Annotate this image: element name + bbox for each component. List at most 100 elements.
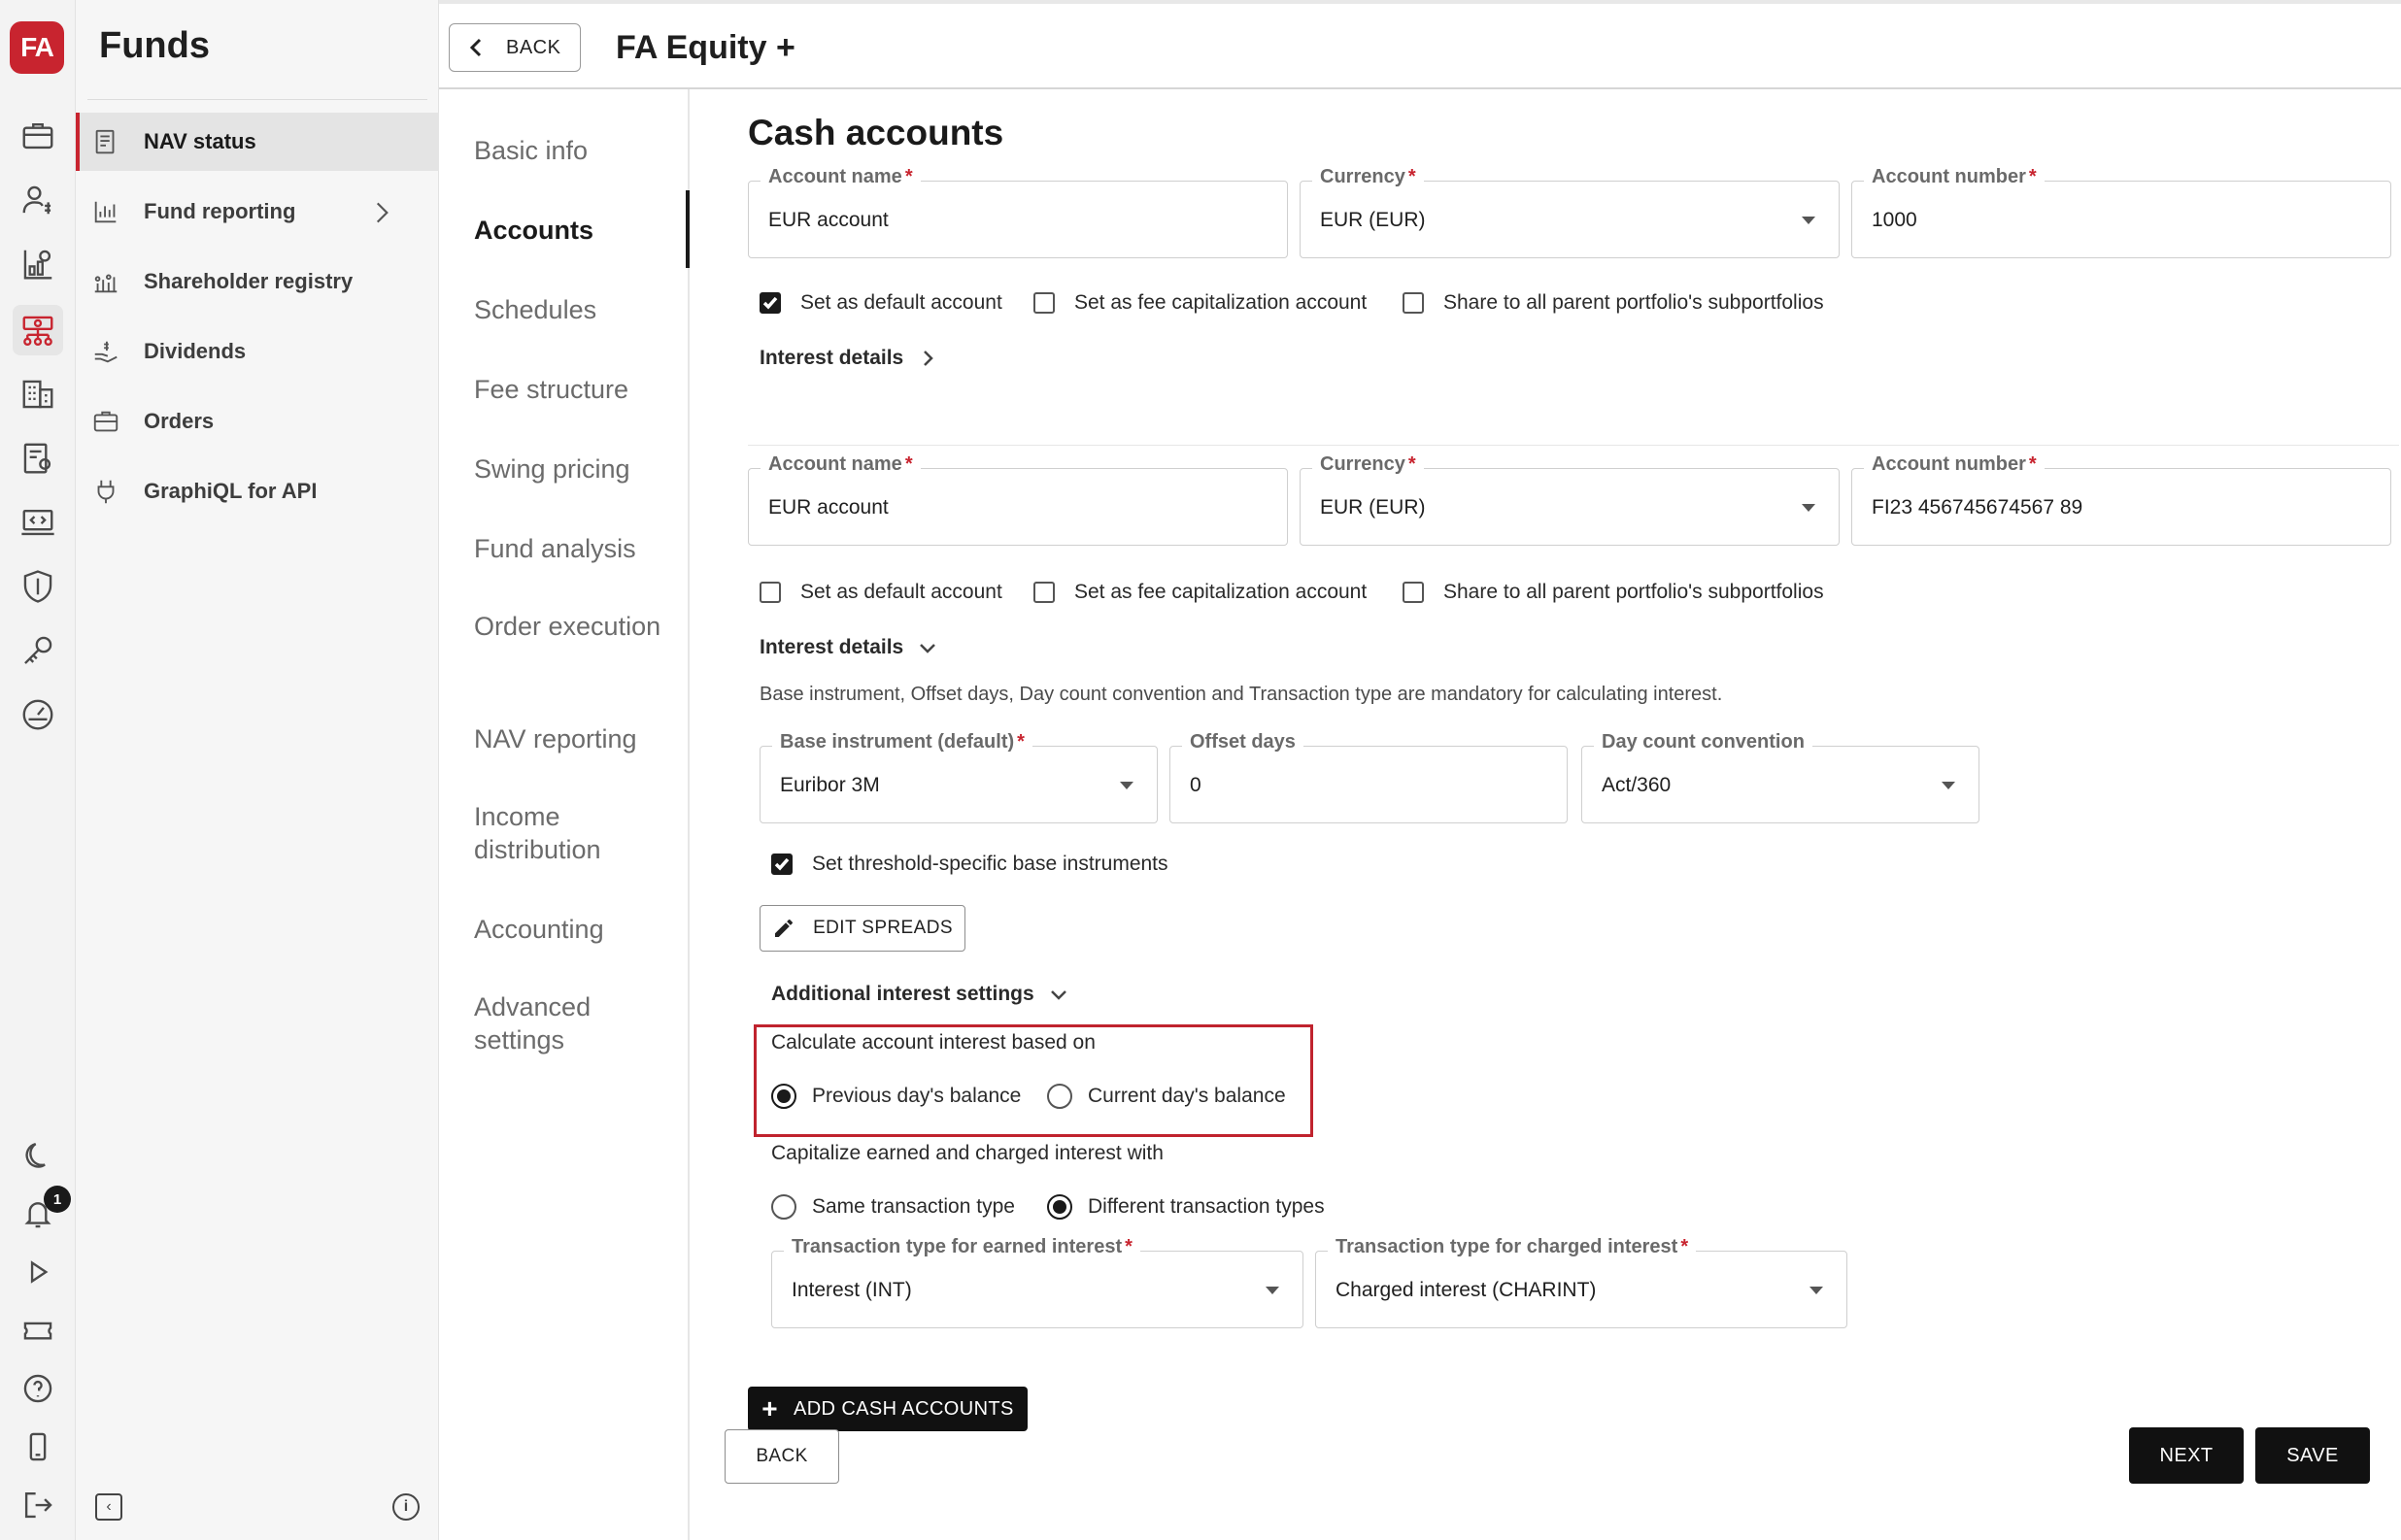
nav-item-orders[interactable]: Orders xyxy=(76,392,439,451)
next-button[interactable]: NEXT xyxy=(2129,1427,2244,1484)
current-day-balance-radio[interactable]: Current day's balance xyxy=(1047,1084,1286,1109)
page-header: BACK FA Equity + xyxy=(439,0,2401,89)
logout-icon[interactable] xyxy=(13,1480,63,1530)
settings-document-icon[interactable] xyxy=(13,433,63,484)
shield-icon[interactable] xyxy=(13,561,63,612)
nav-item-label: Dividends xyxy=(144,339,247,363)
tab-advanced-settings[interactable]: Advanced settings xyxy=(474,990,678,1056)
section-title: Cash accounts xyxy=(748,113,1004,152)
default-account-checkbox-1[interactable]: Set as default account xyxy=(760,291,1002,315)
ticket-icon[interactable] xyxy=(13,1305,63,1356)
required-mark: * xyxy=(1017,731,1025,753)
back-button-top[interactable]: BACK xyxy=(449,23,581,72)
default-account-checkbox-2[interactable]: Set as default account xyxy=(760,581,1002,604)
share-parent-checkbox-2[interactable]: Share to all parent portfolio's subportf… xyxy=(1403,581,1824,604)
charged-type-value: Charged interest (CHARINT) xyxy=(1336,1279,1597,1301)
back-button-bottom[interactable]: BACK xyxy=(725,1429,839,1484)
key-icon[interactable] xyxy=(13,625,63,676)
field-label: Transaction type for charged interest * xyxy=(1328,1236,1697,1258)
mobile-icon[interactable] xyxy=(13,1422,63,1472)
edit-spreads-button[interactable]: EDIT SPREADS xyxy=(760,905,965,952)
currency-label: Currency xyxy=(1320,453,1405,475)
additional-interest-settings-toggle[interactable]: Additional interest settings xyxy=(771,983,1069,1006)
code-monitor-icon[interactable] xyxy=(13,497,63,548)
fee-capitalization-checkbox-1[interactable]: Set as fee capitalization account xyxy=(1033,291,1367,315)
currency-select-1[interactable]: Currency * EUR (EUR) xyxy=(1300,166,1840,258)
offset-days-value: 0 xyxy=(1190,774,1201,796)
field-label: Currency * xyxy=(1312,166,1424,188)
same-transaction-type-radio[interactable]: Same transaction type xyxy=(771,1194,1015,1220)
nav-item-nav-status[interactable]: NAV status xyxy=(76,113,439,171)
nav-divider xyxy=(87,99,427,100)
briefcase-icon xyxy=(93,411,118,432)
account-name-field-2[interactable]: Account name * EUR account xyxy=(748,453,1288,546)
field-label: Account number * xyxy=(1864,453,2045,476)
threshold-base-instruments-checkbox[interactable]: Set threshold-specific base instruments xyxy=(771,853,1168,876)
briefcase-icon[interactable] xyxy=(13,111,63,161)
tab-nav-reporting[interactable]: NAV reporting xyxy=(474,722,678,755)
tab-income-distribution[interactable]: Income distribution xyxy=(474,800,678,866)
interest-details-toggle-2[interactable]: Interest details xyxy=(760,636,938,659)
dropdown-arrow-icon xyxy=(1802,504,1815,512)
funds-icon[interactable] xyxy=(13,305,63,355)
nav-item-graphiql[interactable]: GraphiQL for API xyxy=(76,462,439,520)
checkbox-label: Set as default account xyxy=(800,581,1002,603)
different-transaction-types-radio[interactable]: Different transaction types xyxy=(1047,1194,1325,1220)
account-name-label: Account name xyxy=(768,453,902,475)
dark-mode-icon[interactable] xyxy=(13,1130,63,1181)
tab-swing-pricing[interactable]: Swing pricing xyxy=(474,452,678,485)
fa-logo: FA xyxy=(10,21,64,74)
tab-accounts[interactable]: Accounts xyxy=(474,214,678,247)
collapse-sidebar-icon[interactable]: ‹ xyxy=(95,1493,122,1521)
chart-icon xyxy=(94,201,117,223)
help-icon[interactable] xyxy=(13,1363,63,1414)
currency-value: EUR (EUR) xyxy=(1320,209,1426,231)
nav-item-dividends[interactable]: Dividends xyxy=(76,322,439,381)
account-name-field-1[interactable]: Account name * EUR account xyxy=(748,166,1288,258)
add-cash-accounts-button[interactable]: + ADD CASH ACCOUNTS xyxy=(748,1387,1028,1431)
charged-interest-type-select[interactable]: Transaction type for charged interest * C… xyxy=(1315,1236,1847,1328)
save-button[interactable]: SAVE xyxy=(2255,1427,2370,1484)
tab-fee-structure[interactable]: Fee structure xyxy=(474,373,678,406)
client-money-icon[interactable] xyxy=(13,175,63,225)
radio-label: Current day's balance xyxy=(1088,1085,1286,1107)
nav-item-shareholder-registry[interactable]: Shareholder registry xyxy=(76,252,439,311)
base-instrument-label: Base instrument (default) xyxy=(780,731,1015,753)
offset-days-field[interactable]: Offset days 0 xyxy=(1169,731,1568,823)
tab-order-execution[interactable]: Order execution xyxy=(474,610,678,643)
previous-day-balance-radio[interactable]: Previous day's balance xyxy=(771,1084,1021,1109)
earned-type-label: Transaction type for earned interest xyxy=(792,1236,1123,1257)
tab-accounting[interactable]: Accounting xyxy=(474,913,678,946)
earned-interest-type-select[interactable]: Transaction type for earned interest * In… xyxy=(771,1236,1303,1328)
share-parent-checkbox-1[interactable]: Share to all parent portfolio's subportf… xyxy=(1403,291,1824,315)
radio-label: Same transaction type xyxy=(812,1195,1015,1218)
reports-icon[interactable] xyxy=(13,239,63,289)
registry-icon xyxy=(94,274,118,293)
gauge-icon[interactable] xyxy=(13,689,63,740)
form-section-tabs: Basic info Accounts Schedules Fee struct… xyxy=(439,89,690,1540)
building-icon[interactable] xyxy=(13,369,63,419)
account-number-field-2[interactable]: Account number * FI23 456745674567 89 xyxy=(1851,453,2391,546)
interest-mandatory-note: Base instrument, Offset days, Day count … xyxy=(760,684,1723,705)
fee-capitalization-checkbox-2[interactable]: Set as fee capitalization account xyxy=(1033,581,1367,604)
tab-fund-analysis[interactable]: Fund analysis xyxy=(474,532,678,565)
radio-label: Different transaction types xyxy=(1088,1195,1325,1218)
notification-badge: 1 xyxy=(44,1186,71,1213)
base-instrument-select[interactable]: Base instrument (default) * Euribor 3M xyxy=(760,731,1158,823)
radio-icon xyxy=(771,1194,796,1220)
play-icon[interactable] xyxy=(13,1247,63,1297)
account-name-value: EUR account xyxy=(768,496,889,519)
tab-basic-info[interactable]: Basic info xyxy=(474,134,678,167)
currency-select-2[interactable]: Currency * EUR (EUR) xyxy=(1300,453,1840,546)
interest-details-toggle-1[interactable]: Interest details xyxy=(760,347,938,370)
expander-label: Interest details xyxy=(760,347,904,369)
nav-title: Funds xyxy=(99,25,210,66)
day-count-convention-select[interactable]: Day count convention Act/360 xyxy=(1581,731,1979,823)
field-label: Offset days xyxy=(1182,731,1303,753)
day-count-value: Act/360 xyxy=(1602,774,1672,796)
tab-schedules[interactable]: Schedules xyxy=(474,293,678,326)
info-icon[interactable]: i xyxy=(392,1493,420,1521)
dividends-icon xyxy=(94,341,118,363)
account-number-field-1[interactable]: Account number * 1000 xyxy=(1851,166,2391,258)
nav-item-fund-reporting[interactable]: Fund reporting xyxy=(76,183,439,241)
